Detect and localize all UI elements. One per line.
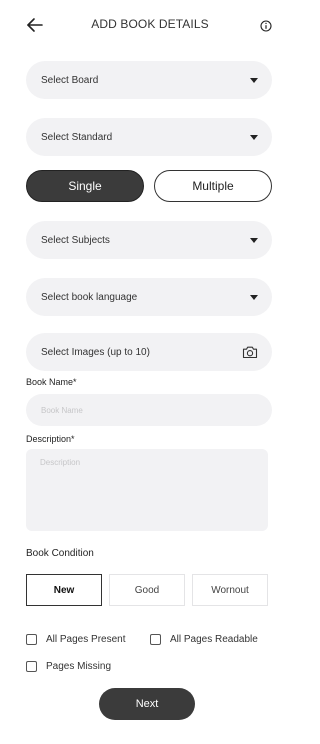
- book-name-input[interactable]: [26, 394, 272, 426]
- select-board-dropdown[interactable]: Select Board: [26, 61, 272, 99]
- all-pages-readable-label: All Pages Readable: [170, 634, 258, 645]
- next-button[interactable]: Next: [99, 688, 195, 720]
- pages-missing-checkbox[interactable]: Pages Missing: [26, 661, 111, 672]
- select-language-label: Select book language: [41, 291, 138, 303]
- caret-down-icon: [250, 237, 258, 243]
- arrow-left-icon: [27, 18, 43, 32]
- select-standard-label: Select Standard: [41, 131, 113, 143]
- book-condition-label: Book Condition: [26, 548, 94, 559]
- checkbox-box: [150, 634, 161, 645]
- all-pages-readable-checkbox[interactable]: All Pages Readable: [150, 634, 258, 645]
- select-images-button[interactable]: Select Images (up to 10): [26, 333, 272, 371]
- multiple-toggle-button[interactable]: Multiple: [154, 170, 272, 202]
- caret-down-icon: [250, 134, 258, 140]
- back-button[interactable]: [26, 16, 44, 34]
- checkbox-box: [26, 634, 37, 645]
- description-label: Description*: [26, 434, 75, 444]
- condition-new-button[interactable]: New: [26, 574, 102, 606]
- checkbox-box: [26, 661, 37, 672]
- select-subjects-label: Select Subjects: [41, 234, 110, 246]
- caret-down-icon: [250, 77, 258, 83]
- info-circle-icon: [260, 20, 272, 32]
- select-language-dropdown[interactable]: Select book language: [26, 278, 272, 316]
- condition-wornout-button[interactable]: Wornout: [192, 574, 268, 606]
- pages-missing-label: Pages Missing: [46, 661, 112, 672]
- all-pages-present-checkbox[interactable]: All Pages Present: [26, 634, 126, 645]
- select-standard-dropdown[interactable]: Select Standard: [26, 118, 272, 156]
- caret-down-icon: [250, 294, 258, 300]
- book-name-label: Book Name*: [26, 377, 77, 387]
- page-title: ADD BOOK DETAILS: [91, 17, 209, 31]
- condition-good-button[interactable]: Good: [109, 574, 185, 606]
- description-input[interactable]: [26, 449, 268, 531]
- info-button[interactable]: [260, 19, 272, 32]
- select-subjects-dropdown[interactable]: Select Subjects: [26, 221, 272, 259]
- all-pages-present-label: All Pages Present: [46, 634, 126, 645]
- camera-icon: [242, 346, 258, 359]
- single-toggle-button[interactable]: Single: [26, 170, 144, 202]
- select-board-label: Select Board: [41, 74, 99, 86]
- select-images-label: Select Images (up to 10): [41, 346, 150, 358]
